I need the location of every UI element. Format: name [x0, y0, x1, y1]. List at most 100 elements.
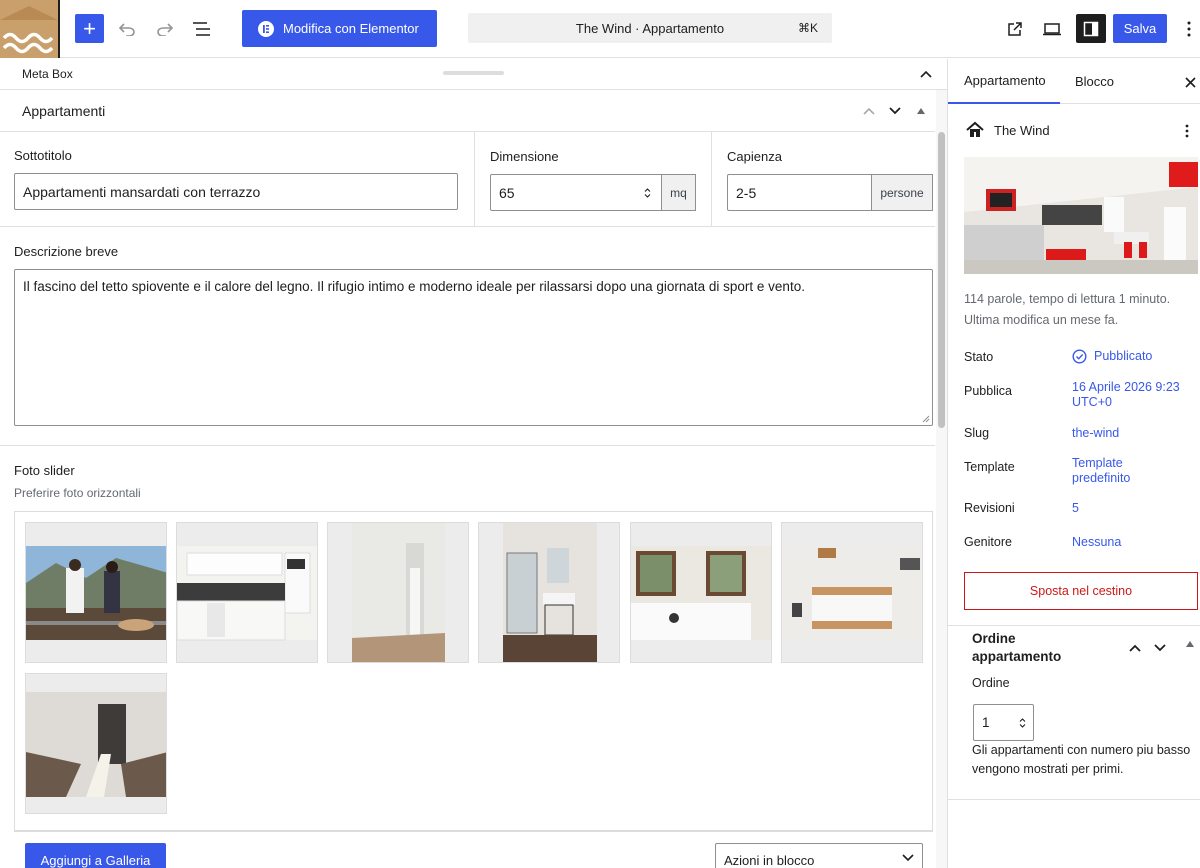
- gallery-thumb-kitchen[interactable]: [176, 522, 318, 663]
- add-to-gallery-button[interactable]: Aggiungi a Galleria: [25, 843, 166, 868]
- order-help-text: Gli appartamenti con numero piu basso ve…: [972, 743, 1191, 776]
- move-up-icon[interactable]: [860, 102, 878, 120]
- edit-with-elementor-label: Modifica con Elementor: [283, 21, 419, 36]
- tab-blocco[interactable]: Blocco: [1075, 59, 1114, 104]
- divider: [948, 799, 1200, 800]
- appartamenti-panel-header: Appartamenti: [0, 90, 935, 132]
- scrollbar[interactable]: [936, 90, 947, 868]
- resize-handle[interactable]: [443, 71, 504, 75]
- gallery-thumb-terrace[interactable]: [25, 522, 167, 663]
- descrizione-value: Il fascino del tetto spiovente e il calo…: [23, 279, 805, 294]
- sottotitolo-value: Appartamenti mansardati con terrazzo: [23, 183, 261, 200]
- revisioni-value[interactable]: 5: [1072, 501, 1198, 516]
- command-bar-title: The Wind · Appartamento: [575, 20, 725, 36]
- meta-box-header: Meta Box: [0, 59, 947, 90]
- add-block-button[interactable]: +: [75, 14, 104, 43]
- gallery-thumb-bedroom-window[interactable]: [630, 522, 772, 663]
- stato-value-button[interactable]: Pubblicato: [1072, 349, 1198, 364]
- options-menu-icon[interactable]: [1179, 16, 1199, 42]
- save-button[interactable]: Salva: [1113, 14, 1167, 43]
- sottotitolo-label: Sottotitolo: [14, 148, 72, 163]
- dimensione-unit: mq: [661, 174, 696, 211]
- divider: [474, 132, 475, 226]
- gallery-thumb-bathroom[interactable]: [478, 522, 620, 663]
- foto-slider-hint: Preferire foto orizzontali: [14, 486, 141, 500]
- stato-label: Stato: [964, 350, 994, 364]
- settings-sidebar-toggle-icon[interactable]: [1076, 14, 1106, 43]
- move-down-icon[interactable]: [886, 102, 904, 120]
- published-check-icon: [1072, 349, 1087, 364]
- undo-icon[interactable]: [114, 16, 140, 42]
- template-label: Template: [964, 460, 1015, 474]
- order-field-label: Ordine: [972, 676, 1010, 690]
- genitore-label: Genitore: [964, 535, 1012, 549]
- bulk-actions-select[interactable]: Azioni in blocco: [715, 843, 923, 868]
- settings-sidebar: Appartamento Blocco The Wind 114 parole,…: [947, 59, 1200, 868]
- slug-value[interactable]: the-wind: [1072, 426, 1198, 441]
- elementor-icon: [258, 20, 274, 37]
- post-meta-text: 114 parole, tempo di lettura 1 minuto. U…: [964, 289, 1196, 331]
- featured-image[interactable]: [964, 157, 1198, 274]
- order-number-input[interactable]: 1: [973, 704, 1034, 741]
- bulk-actions-label: Azioni in blocco: [724, 852, 815, 868]
- stato-value: Pubblicato: [1094, 349, 1153, 363]
- dimensione-label: Dimensione: [490, 149, 559, 164]
- post-actions-icon[interactable]: [1180, 121, 1194, 141]
- number-spinner-icon[interactable]: [644, 187, 651, 199]
- capienza-input[interactable]: 2-5: [727, 174, 872, 211]
- collapse-triangle-icon[interactable]: [912, 102, 930, 120]
- gallery-thumb-twin-room[interactable]: [25, 673, 167, 814]
- pubblica-label: Pubblica: [964, 384, 1012, 398]
- divider: [0, 226, 935, 227]
- divider: [0, 445, 935, 446]
- pubblica-value[interactable]: 16 Aprile 2026 9:23 UTC+0: [1072, 380, 1182, 410]
- close-icon[interactable]: [1181, 73, 1199, 91]
- chevron-up-icon[interactable]: [916, 65, 936, 83]
- sottotitolo-input[interactable]: Appartamenti mansardati con terrazzo: [14, 173, 458, 210]
- command-shortcut: ⌘K: [797, 21, 818, 35]
- move-to-trash-button[interactable]: Sposta nel cestino: [964, 572, 1198, 610]
- capienza-unit: persone: [871, 174, 933, 211]
- gallery-thumb-hallway[interactable]: [327, 522, 469, 663]
- tab-appartamento[interactable]: Appartamento: [948, 59, 1060, 104]
- meta-box-area: Meta Box Appartamenti Sottotitolo Appart…: [0, 59, 947, 868]
- genitore-value[interactable]: Nessuna: [1072, 535, 1198, 550]
- number-spinner-icon[interactable]: [1019, 717, 1026, 729]
- home-icon: [966, 121, 984, 137]
- move-up-icon[interactable]: [1126, 639, 1144, 657]
- word-count-text: 114 parole, tempo di lettura 1 minuto.: [964, 292, 1171, 306]
- move-down-icon[interactable]: [1151, 639, 1169, 657]
- dimensione-value: 65: [499, 184, 515, 201]
- descrizione-textarea[interactable]: Il fascino del tetto spiovente e il calo…: [14, 269, 933, 426]
- command-palette-bar[interactable]: The Wind · Appartamento ⌘K: [468, 13, 832, 43]
- order-value: 1: [982, 715, 990, 730]
- capienza-value: 2-5: [736, 184, 757, 201]
- gallery-thumb-bedroom[interactable]: [781, 522, 923, 663]
- descrizione-label: Descrizione breve: [14, 244, 119, 259]
- sidebar-tabs: Appartamento Blocco: [948, 59, 1200, 104]
- panel-title: Appartamenti: [22, 103, 106, 119]
- capienza-label: Capienza: [727, 149, 782, 164]
- divider: [948, 625, 1200, 626]
- last-modified-text: Ultima modifica un mese fa.: [964, 313, 1119, 327]
- collapse-triangle-icon[interactable]: [1186, 641, 1194, 647]
- divider: [14, 831, 933, 832]
- order-panel-title[interactable]: Ordine appartamento: [972, 630, 1092, 666]
- slug-label: Slug: [964, 426, 990, 440]
- resize-grip-icon[interactable]: [922, 415, 930, 423]
- scrollbar-thumb[interactable]: [938, 132, 945, 428]
- site-logo-icon[interactable]: [0, 0, 60, 58]
- preview-device-icon[interactable]: [1038, 15, 1066, 43]
- dimensione-input[interactable]: 65: [490, 174, 662, 211]
- view-post-external-icon[interactable]: [1001, 15, 1029, 43]
- chevron-down-icon: [902, 854, 914, 862]
- template-value[interactable]: Template predefinito: [1072, 456, 1152, 486]
- post-title: The Wind: [994, 123, 1050, 138]
- editor-top-bar: + Modifica con Elementor The Wind · Appa…: [0, 0, 1200, 58]
- meta-box-title: Meta Box: [22, 67, 73, 81]
- document-overview-icon[interactable]: [189, 16, 215, 42]
- edit-with-elementor-button[interactable]: Modifica con Elementor: [242, 10, 437, 47]
- divider: [711, 132, 712, 226]
- redo-icon[interactable]: [152, 16, 178, 42]
- foto-slider-label: Foto slider: [14, 463, 75, 478]
